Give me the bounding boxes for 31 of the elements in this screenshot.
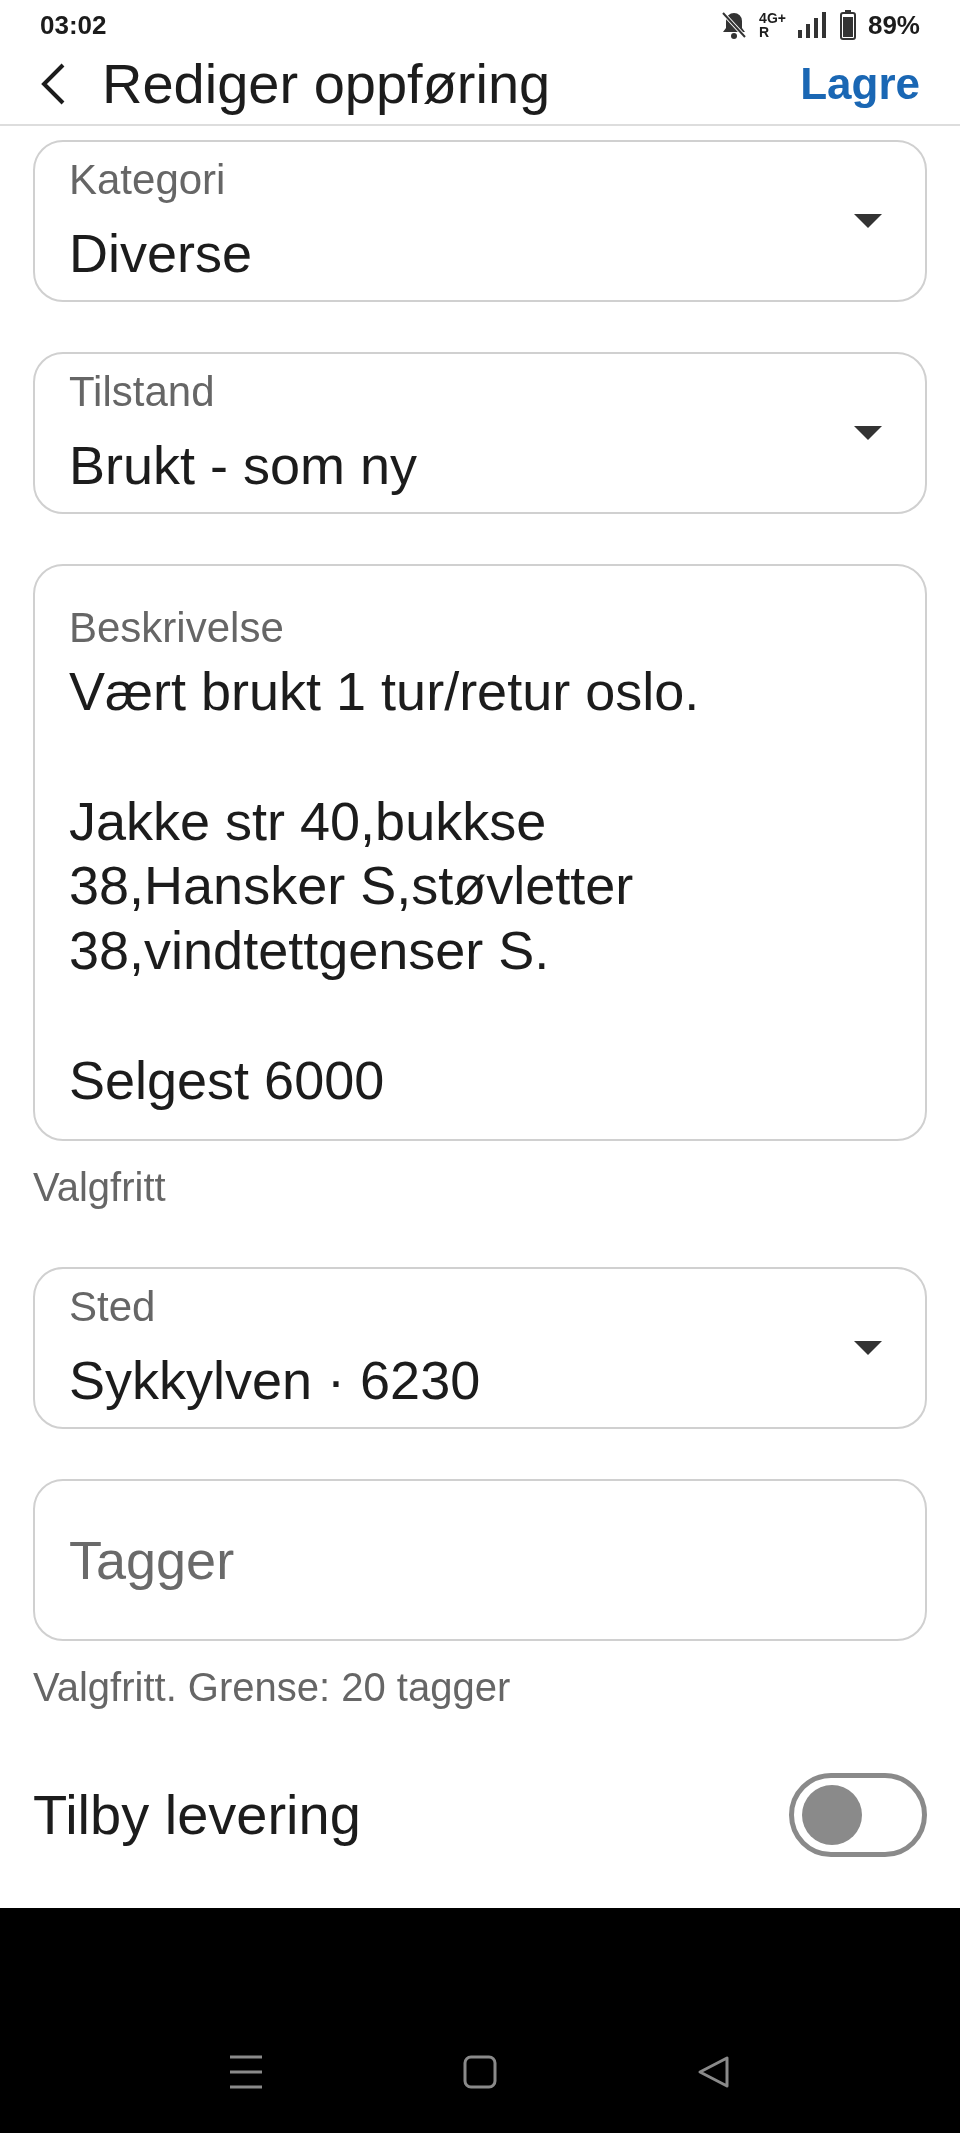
battery-icon (839, 10, 856, 40)
network-label: 4G+ (759, 11, 786, 25)
description-field[interactable]: Beskrivelse Vært brukt 1 tur/retur oslo. Jakke str 40,bukkse 38,Hansker S,støvletter 38,vindtettgenser S. Selgest 6000 (33, 564, 927, 1141)
dropdown-field[interactable]: Sted Sykkylven · 6230 (33, 1266, 927, 1429)
field-label: Sted (69, 1281, 157, 1332)
field-value: Brukt - som ny (69, 434, 419, 497)
save-button[interactable]: Lagre (800, 51, 920, 117)
roaming-label: R (759, 25, 771, 39)
signal-icon (797, 12, 828, 38)
home-icon[interactable] (463, 2055, 497, 2089)
field-label: Tilstand (69, 367, 216, 417)
page-title: Rediger oppføring (102, 51, 552, 117)
dropdown-field[interactable]: Tilstand Brukt - som ny (33, 352, 927, 514)
helper-text: Valgfritt. Grense: 20 tagger (33, 1663, 512, 1711)
field-value: Vært brukt 1 tur/retur oslo. Jakke str 40,bukkse 38,Hansker S,støvletter 38,vindtettgenser S. Selgest 6000 (69, 660, 701, 1112)
field-value: Diverse (69, 222, 254, 285)
bell-off-icon (721, 11, 748, 39)
field-value: Sykkylven · 6230 (69, 1348, 482, 1412)
status-time: 03:02 (40, 8, 107, 42)
menu-icon[interactable] (229, 2055, 263, 2089)
dropdown-caret-icon (853, 425, 883, 441)
dropdown-caret-icon (853, 213, 883, 229)
back-icon[interactable] (697, 2055, 731, 2089)
battery-percent: 89% (867, 8, 920, 42)
helper-text: Valgfritt (33, 1163, 167, 1211)
field-label: Kategori (69, 155, 227, 205)
field-label: Beskrivelse (69, 603, 285, 653)
tags-field[interactable]: Tagger (33, 1478, 927, 1641)
delivery-label: Tilby levering (33, 1781, 361, 1848)
dropdown-field[interactable]: Kategori Diverse (33, 140, 927, 302)
dropdown-caret-icon (853, 1339, 883, 1356)
